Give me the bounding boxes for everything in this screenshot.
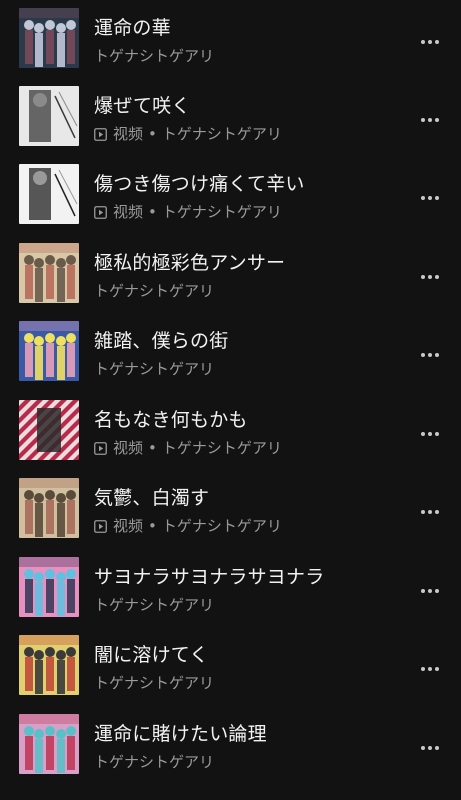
- song-title: 爆ぜて咲く: [94, 95, 191, 117]
- song-subtitle: 视频 • トゲナシトゲアリ: [94, 202, 282, 222]
- song-row[interactable]: 名もなき何もかも视频 • トゲナシトゲアリ: [0, 394, 461, 472]
- artist-name: トゲナシトゲアリ: [161, 125, 282, 143]
- album-art[interactable]: [19, 635, 79, 695]
- song-title: 極私的極彩色アンサー: [94, 252, 286, 274]
- video-icon: [94, 441, 107, 455]
- song-row[interactable]: 爆ぜて咲く视频 • トゲナシトゲアリ: [0, 80, 461, 158]
- song-title: サヨナラサヨナラサヨナラ: [94, 566, 325, 588]
- song-title: 運命の華: [94, 17, 171, 39]
- album-art-image: [19, 164, 79, 224]
- separator-dot: •: [148, 517, 157, 535]
- album-art-image: [19, 478, 79, 538]
- song-subtitle: 视频 • トゲナシトゲアリ: [94, 516, 282, 536]
- album-art[interactable]: [19, 400, 79, 460]
- album-art[interactable]: [19, 557, 79, 617]
- song-row[interactable]: 雑踏、僕らの街トゲナシトゲアリ: [0, 315, 461, 393]
- song-subtitle: トゲナシトゲアリ: [94, 281, 214, 301]
- separator-dot: •: [148, 125, 157, 143]
- video-icon: [94, 127, 107, 141]
- album-art-image: [19, 243, 79, 303]
- album-art[interactable]: [19, 8, 79, 68]
- separator-dot: •: [148, 203, 157, 221]
- album-art[interactable]: [19, 86, 79, 146]
- album-art-image: [19, 714, 79, 774]
- album-art-image: [19, 86, 79, 146]
- album-art-image: [19, 8, 79, 68]
- album-art[interactable]: [19, 714, 79, 774]
- video-label: 视频: [113, 439, 144, 457]
- video-icon: [94, 205, 107, 219]
- song-subtitle: トゲナシトゲアリ: [94, 673, 214, 693]
- video-icon: [94, 519, 107, 533]
- song-title: 名もなき何もかも: [94, 409, 248, 431]
- more-options-icon[interactable]: [415, 657, 445, 681]
- song-title: 雑踏、僕らの街: [94, 330, 229, 352]
- album-art[interactable]: [19, 164, 79, 224]
- video-label: 视频: [113, 203, 144, 221]
- album-art-image: [19, 321, 79, 381]
- song-list: 運命の華 トゲナシトゲアリ 爆ぜて咲く 视频 • トゲナシトゲアリ 傷つき傷つけ痛くて辛い视…: [0, 0, 461, 800]
- album-art-image: [19, 400, 79, 460]
- artist-name: トゲナシトゲアリ: [94, 47, 215, 65]
- song-title: 気鬱、白濁す: [94, 487, 210, 509]
- song-row[interactable]: 極私的極彩色アンサートゲナシトゲアリ: [0, 237, 461, 315]
- song-subtitle: 视频 • トゲナシトゲアリ: [94, 124, 282, 144]
- more-options-icon[interactable]: [415, 265, 445, 289]
- song-subtitle: 视频 • トゲナシトゲアリ: [94, 438, 282, 458]
- song-title: 傷つき傷つけ痛くて辛い: [94, 173, 305, 195]
- album-art-image: [19, 635, 79, 695]
- artist-name: トゲナシトゲアリ: [94, 674, 215, 692]
- album-art-image: [19, 557, 79, 617]
- video-label: 视频: [113, 517, 144, 535]
- artist-name: トゲナシトゲアリ: [161, 203, 282, 221]
- song-title: 運命に賭けたい論理: [94, 723, 267, 745]
- more-options-icon[interactable]: [415, 186, 445, 210]
- album-art[interactable]: [19, 243, 79, 303]
- song-row[interactable]: 闇に溶けてくトゲナシトゲアリ: [0, 629, 461, 707]
- album-art[interactable]: [19, 321, 79, 381]
- artist-name: トゲナシトゲアリ: [94, 753, 215, 771]
- album-art[interactable]: [19, 478, 79, 538]
- song-title: 闇に溶けてく: [94, 644, 209, 666]
- song-subtitle: トゲナシトゲアリ: [94, 359, 214, 379]
- song-subtitle: トゲナシトゲアリ: [94, 595, 214, 615]
- artist-name: トゲナシトゲアリ: [94, 282, 215, 300]
- more-options-icon[interactable]: [415, 108, 445, 132]
- more-options-icon[interactable]: [415, 579, 445, 603]
- video-label: 视频: [113, 125, 144, 143]
- artist-name: トゲナシトゲアリ: [161, 439, 282, 457]
- song-row[interactable]: サヨナラサヨナラサヨナラトゲナシトゲアリ: [0, 551, 461, 629]
- more-options-icon[interactable]: [415, 500, 445, 524]
- song-row[interactable]: 運命に賭けたい論理トゲナシトゲアリ: [0, 708, 461, 786]
- artist-name: トゲナシトゲアリ: [94, 596, 215, 614]
- more-options-icon[interactable]: [415, 30, 445, 54]
- more-options-icon[interactable]: [415, 736, 445, 760]
- song-subtitle: トゲナシトゲアリ: [94, 752, 214, 772]
- more-options-icon[interactable]: [415, 343, 445, 367]
- more-options-icon[interactable]: [415, 422, 445, 446]
- artist-name: トゲナシトゲアリ: [94, 360, 215, 378]
- song-subtitle: トゲナシトゲアリ: [94, 46, 214, 66]
- separator-dot: •: [148, 439, 157, 457]
- song-row[interactable]: 傷つき傷つけ痛くて辛い 视频 • トゲナシトゲアリ: [0, 158, 461, 236]
- song-row[interactable]: 気鬱、白濁す视频 • トゲナシトゲアリ: [0, 472, 461, 550]
- song-row[interactable]: 運命の華トゲナシトゲアリ: [0, 2, 461, 80]
- artist-name: トゲナシトゲアリ: [161, 517, 282, 535]
